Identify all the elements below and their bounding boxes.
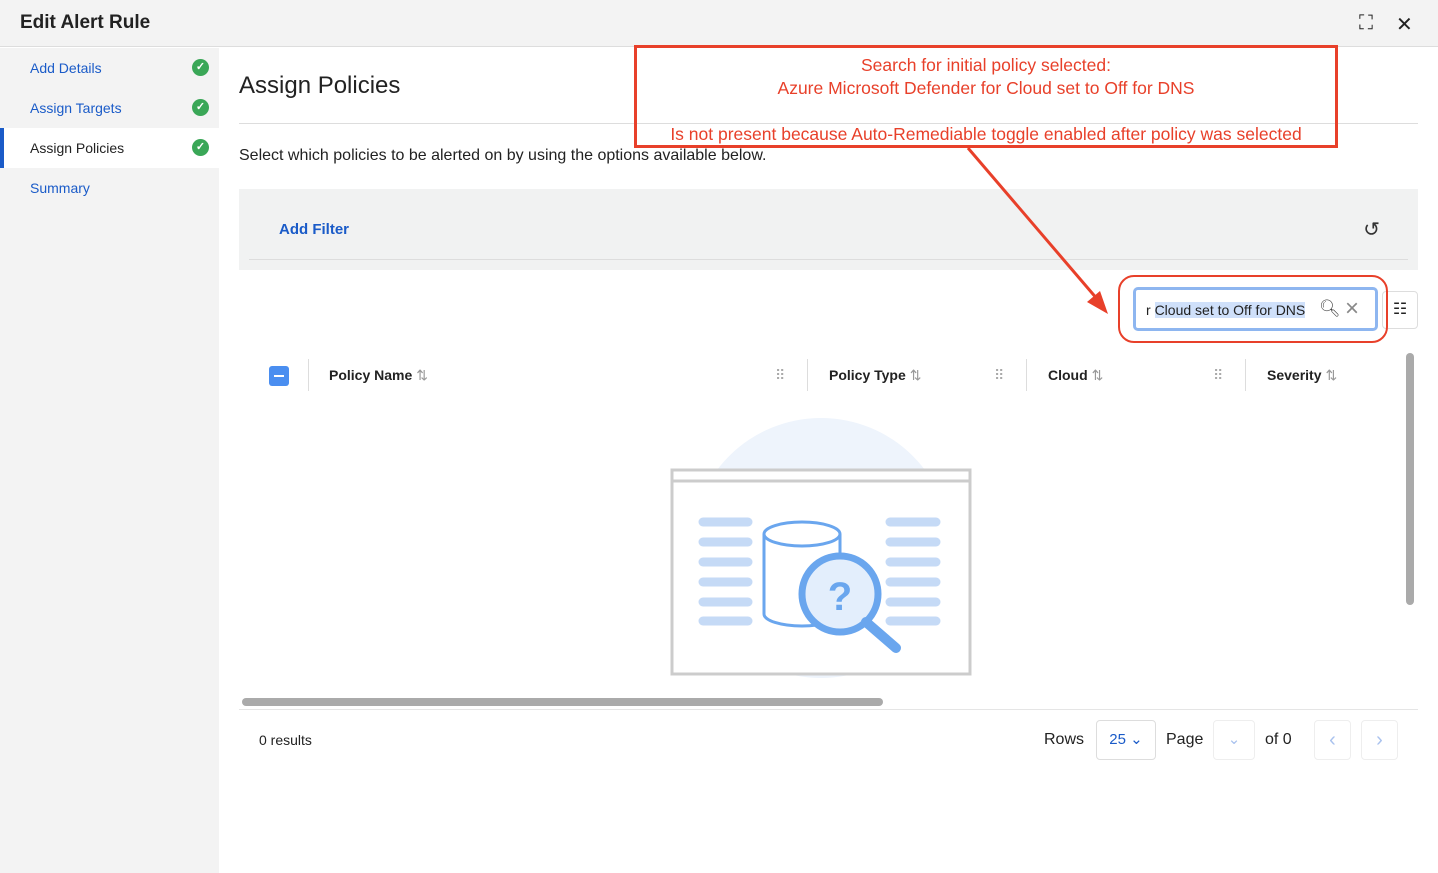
wizard-steps: Add Details ✓ Assign Targets ✓ Assign Poli… [0,48,219,873]
page-description: Select which policies to be alerted on b… [239,147,767,164]
page-select[interactable]: ⌄ [1213,720,1255,760]
select-all-checkbox[interactable] [269,366,289,386]
divider [308,359,309,391]
page-count: of 0 [1265,731,1292,748]
divider [1245,359,1246,391]
annotation-box: Search for initial policy selected: Azur… [634,45,1338,148]
svg-text:?: ? [828,575,852,619]
chevron-down-icon: ⌄ [1227,731,1241,748]
column-cloud[interactable]: Cloud ⇅ [1048,367,1103,384]
check-icon: ✓ [192,59,209,76]
annotation-text: Is not present because Auto-Remediable t… [670,124,1302,144]
check-icon: ✓ [192,139,209,156]
page-label: Page [1166,731,1204,748]
check-icon: ✓ [192,99,209,116]
column-label: Policy Name [329,367,413,383]
annotation-text: Search for initial policy selected: [861,55,1111,75]
filter-bar: Add Filter ↺ [239,189,1418,270]
table-header: Policy Name ⇅ ⠿ Policy Type ⇅ ⠿ Cloud ⇅ ⠿ S… [239,355,1399,395]
add-filter-button[interactable]: Add Filter [279,221,349,238]
annotation-text: Azure Microsoft Defender for Cloud set t… [777,78,1195,98]
step-assign-policies[interactable]: Assign Policies ✓ [0,128,219,168]
step-summary[interactable]: Summary [0,168,219,208]
step-add-details[interactable]: Add Details ✓ [0,48,219,88]
step-label: Summary [30,180,90,196]
divider [807,359,808,391]
sort-icon[interactable]: ⇅ [416,367,428,383]
rows-label: Rows [1044,731,1085,748]
column-label: Policy Type [829,367,906,383]
divider [1026,359,1027,391]
results-count: 0 results [259,732,312,748]
next-page-button[interactable]: › [1361,720,1398,760]
divider [239,709,1418,710]
column-policy-name[interactable]: Policy Name ⇅ [329,367,428,384]
prev-page-button[interactable]: ‹ [1314,720,1351,760]
column-severity[interactable]: Severity ⇅ [1267,367,1337,384]
column-label: Severity [1267,367,1322,383]
dialog-title: Edit Alert Rule [20,12,151,33]
rows-value: 25 [1109,731,1126,748]
horizontal-scrollbar[interactable] [242,698,883,706]
chevron-down-icon: ⌄ [1130,731,1143,748]
column-label: Cloud [1048,367,1088,383]
sort-icon[interactable]: ⇅ [910,367,922,383]
rows-per-page-select[interactable]: 25 ⌄ [1096,720,1156,760]
dialog-header: Edit Alert Rule ⛶ ✕ [0,0,1438,47]
column-policy-type[interactable]: Policy Type ⇅ [829,367,922,384]
annotation-highlight [1118,275,1388,343]
step-label: Add Details [30,60,102,76]
reset-icon[interactable]: ↺ [1363,217,1380,242]
sort-icon[interactable]: ⇅ [1092,367,1104,383]
drag-handle-icon[interactable]: ⠿ [775,367,785,384]
divider [249,259,1408,260]
step-assign-targets[interactable]: Assign Targets ✓ [0,88,219,128]
page-title: Assign Policies [239,72,401,99]
drag-handle-icon[interactable]: ⠿ [1213,367,1223,384]
sort-icon[interactable]: ⇅ [1325,367,1337,383]
maximize-icon[interactable]: ⛶ [1359,12,1373,35]
step-label: Assign Targets [30,100,122,116]
drag-handle-icon[interactable]: ⠿ [994,367,1004,384]
close-icon[interactable]: ✕ [1396,12,1413,37]
step-label: Assign Policies [30,140,125,156]
vertical-scrollbar[interactable] [1406,353,1414,605]
empty-state-illustration: ? [670,418,972,678]
